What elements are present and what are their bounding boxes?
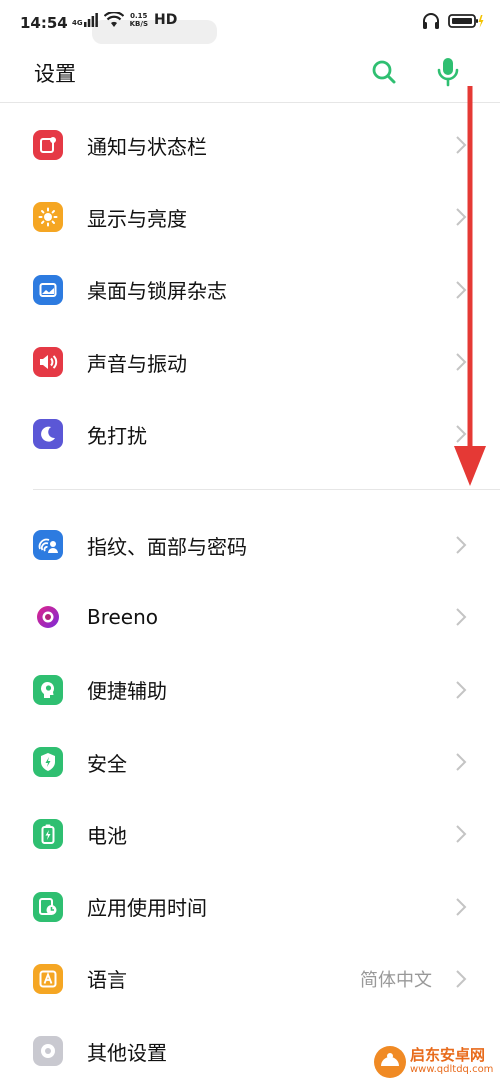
settings-item-security[interactable]: 安全 bbox=[0, 726, 500, 798]
headphones-icon bbox=[423, 13, 439, 29]
chevron-right-icon bbox=[456, 897, 467, 916]
network-speed: 0.15 KB/S bbox=[130, 12, 148, 28]
brightness-icon bbox=[33, 202, 63, 233]
watermark-url: www.qdltdq.com bbox=[410, 1064, 494, 1075]
network-speed-value: 0.15 bbox=[130, 12, 148, 20]
settings-group-2: 指纹、面部与密码 Breeno 便捷辅助 安全 电池 应用使用时间 语言 简体中… bbox=[0, 509, 500, 1087]
status-bar: 14:54 4G 0.15 KB/S HD bbox=[0, 0, 500, 46]
status-right-icons bbox=[422, 12, 484, 30]
watermark-logo-icon bbox=[374, 1046, 406, 1078]
settings-item-label: 安全 bbox=[87, 751, 127, 776]
settings-item-label: 桌面与锁屏杂志 bbox=[87, 279, 227, 304]
other-settings-icon bbox=[33, 1036, 63, 1067]
chevron-right-icon bbox=[456, 681, 467, 699]
fingerprint-icon bbox=[33, 530, 63, 561]
settings-item-do-not-disturb[interactable]: 免打扰 bbox=[0, 398, 500, 470]
notification-icon bbox=[33, 130, 63, 161]
settings-item-assist[interactable]: 便捷辅助 bbox=[0, 654, 500, 726]
status-left-icons: 4G 0.15 KB/S HD bbox=[72, 12, 177, 28]
settings-header: 设置 bbox=[0, 46, 500, 103]
settings-item-sound[interactable]: 声音与振动 bbox=[0, 326, 500, 398]
chevron-right-icon bbox=[456, 970, 467, 988]
page-title: 设置 bbox=[34, 62, 76, 86]
status-time: 14:54 bbox=[20, 14, 68, 32]
chevron-right-icon bbox=[456, 753, 467, 771]
battery-icon bbox=[33, 819, 63, 850]
settings-item-wallpaper[interactable]: 桌面与锁屏杂志 bbox=[0, 254, 500, 326]
wallpaper-icon bbox=[33, 274, 63, 305]
settings-item-label: 声音与振动 bbox=[87, 351, 187, 376]
moon-icon bbox=[33, 419, 63, 450]
sound-icon bbox=[33, 347, 63, 378]
settings-item-label: Breeno bbox=[87, 605, 159, 630]
settings-item-breeno[interactable]: Breeno bbox=[0, 581, 500, 653]
settings-item-fingerprint[interactable]: 指纹、面部与密码 bbox=[0, 509, 500, 581]
settings-item-battery[interactable]: 电池 bbox=[0, 798, 500, 870]
settings-item-app-usage[interactable]: 应用使用时间 bbox=[0, 870, 500, 942]
settings-item-label: 免打扰 bbox=[87, 423, 147, 448]
breeno-icon bbox=[33, 602, 63, 633]
settings-item-label: 电池 bbox=[87, 823, 127, 848]
settings-item-display[interactable]: 显示与亮度 bbox=[0, 181, 500, 253]
network-speed-unit: KB/S bbox=[129, 20, 148, 28]
settings-item-label: 便捷辅助 bbox=[87, 679, 167, 704]
language-icon bbox=[33, 963, 63, 994]
settings-item-label: 应用使用时间 bbox=[87, 896, 207, 921]
battery-status-icon bbox=[448, 14, 484, 28]
chevron-right-icon bbox=[456, 608, 467, 627]
app-usage-icon bbox=[33, 891, 63, 922]
assist-icon bbox=[33, 674, 63, 705]
search-icon[interactable] bbox=[370, 58, 398, 86]
settings-item-label: 显示与亮度 bbox=[87, 206, 187, 231]
watermark-name: 启东安卓网 bbox=[410, 1046, 486, 1064]
wifi-icon bbox=[103, 12, 124, 27]
network-type: 4G bbox=[72, 19, 83, 27]
security-shield-icon bbox=[33, 747, 63, 778]
signal-icon: 4G bbox=[72, 13, 98, 27]
section-divider bbox=[33, 489, 500, 490]
watermark: 启东安卓网 www.qdltdq.com bbox=[370, 1040, 500, 1084]
settings-group-1: 通知与状态栏 显示与亮度 桌面与锁屏杂志 声音与振动 免打扰 bbox=[0, 109, 500, 470]
chevron-right-icon bbox=[456, 536, 467, 554]
settings-item-label: 指纹、面部与密码 bbox=[87, 534, 247, 559]
hd-indicator: HD bbox=[153, 12, 178, 28]
settings-item-notification[interactable]: 通知与状态栏 bbox=[0, 109, 500, 181]
settings-item-language[interactable]: 语言 简体中文 bbox=[0, 943, 500, 1015]
chevron-right-icon bbox=[456, 825, 467, 844]
microphone-icon[interactable] bbox=[434, 56, 462, 88]
settings-item-label: 通知与状态栏 bbox=[87, 134, 207, 159]
language-value: 简体中文 bbox=[360, 969, 432, 991]
scroll-down-arrow-icon bbox=[454, 86, 486, 486]
settings-item-label: 语言 bbox=[87, 968, 127, 993]
settings-item-label: 其他设置 bbox=[87, 1040, 167, 1065]
